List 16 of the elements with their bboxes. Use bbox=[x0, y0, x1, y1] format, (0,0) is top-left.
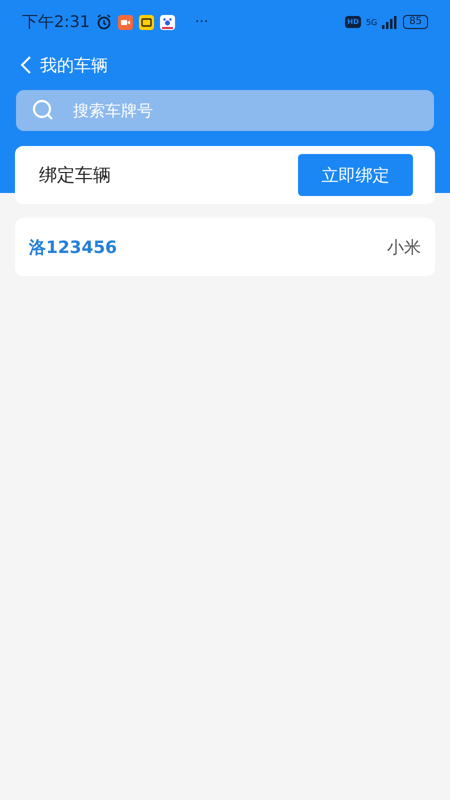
bind-label: 绑定车辆 bbox=[39, 164, 111, 187]
plate-number: 洛123456 bbox=[29, 236, 117, 258]
page-title: 我的车辆 bbox=[40, 54, 108, 76]
network-type: 5G bbox=[366, 18, 378, 26]
bind-button[interactable]: 立即绑定 bbox=[298, 154, 413, 196]
search-field[interactable]: 搜索车牌号 bbox=[16, 90, 434, 131]
vehicle-brand: 小米 bbox=[387, 236, 421, 258]
back-icon[interactable] bbox=[20, 55, 32, 75]
more-indicator: ··· bbox=[194, 14, 208, 30]
alarm-icon bbox=[96, 14, 112, 30]
app-icon bbox=[138, 14, 154, 30]
video-app-icon bbox=[118, 14, 133, 30]
vehicle-row[interactable]: 洛123456 小米 bbox=[15, 218, 435, 276]
signal-icon bbox=[382, 16, 398, 28]
battery-level: 85 bbox=[403, 15, 428, 29]
status-time: 下午2:31 bbox=[22, 12, 90, 32]
